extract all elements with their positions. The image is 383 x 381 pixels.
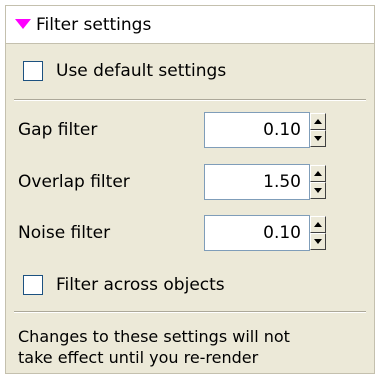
noise-filter-increment-button[interactable] [310, 216, 326, 233]
arrow-down-icon [314, 239, 322, 244]
gap-filter-decrement-button[interactable] [310, 130, 326, 147]
separator-bottom [14, 311, 366, 313]
arrow-up-icon [314, 171, 322, 176]
rerender-note: Changes to these settings will not take … [18, 326, 368, 368]
arrow-up-icon [314, 222, 322, 227]
arrow-up-icon [314, 119, 322, 124]
use-default-settings-label[interactable]: Use default settings [56, 60, 226, 82]
overlap-filter-label: Overlap filter [18, 172, 130, 192]
overlap-filter-spinner: 1.50 [204, 164, 330, 200]
gap-filter-spinner: 0.10 [204, 112, 330, 148]
gap-filter-label: Gap filter [18, 120, 98, 140]
noise-filter-input[interactable]: 0.10 [204, 215, 310, 251]
filter-settings-panel: Filter settings Use default settings Gap… [5, 5, 375, 374]
overlap-filter-input[interactable]: 1.50 [204, 164, 310, 200]
overlap-filter-increment-button[interactable] [310, 165, 326, 182]
filter-across-objects-checkbox[interactable] [23, 275, 43, 295]
separator-top [14, 99, 366, 101]
gap-filter-input[interactable]: 0.10 [204, 112, 310, 148]
gap-filter-increment-button[interactable] [310, 113, 326, 130]
overlap-filter-decrement-button[interactable] [310, 182, 326, 199]
panel-header[interactable]: Filter settings [6, 6, 374, 44]
use-default-settings-checkbox[interactable] [23, 61, 43, 81]
panel-title: Filter settings [36, 15, 152, 35]
noise-filter-spinner: 0.10 [204, 215, 330, 251]
triangle-down-icon[interactable] [15, 19, 31, 29]
note-line-1: Changes to these settings will not [18, 327, 290, 346]
note-line-2: take effect until you re-render [18, 348, 259, 367]
arrow-down-icon [314, 188, 322, 193]
arrow-down-icon [314, 136, 322, 141]
noise-filter-decrement-button[interactable] [310, 233, 326, 250]
noise-filter-label: Noise filter [18, 223, 111, 243]
filter-across-objects-label[interactable]: Filter across objects [56, 274, 225, 296]
